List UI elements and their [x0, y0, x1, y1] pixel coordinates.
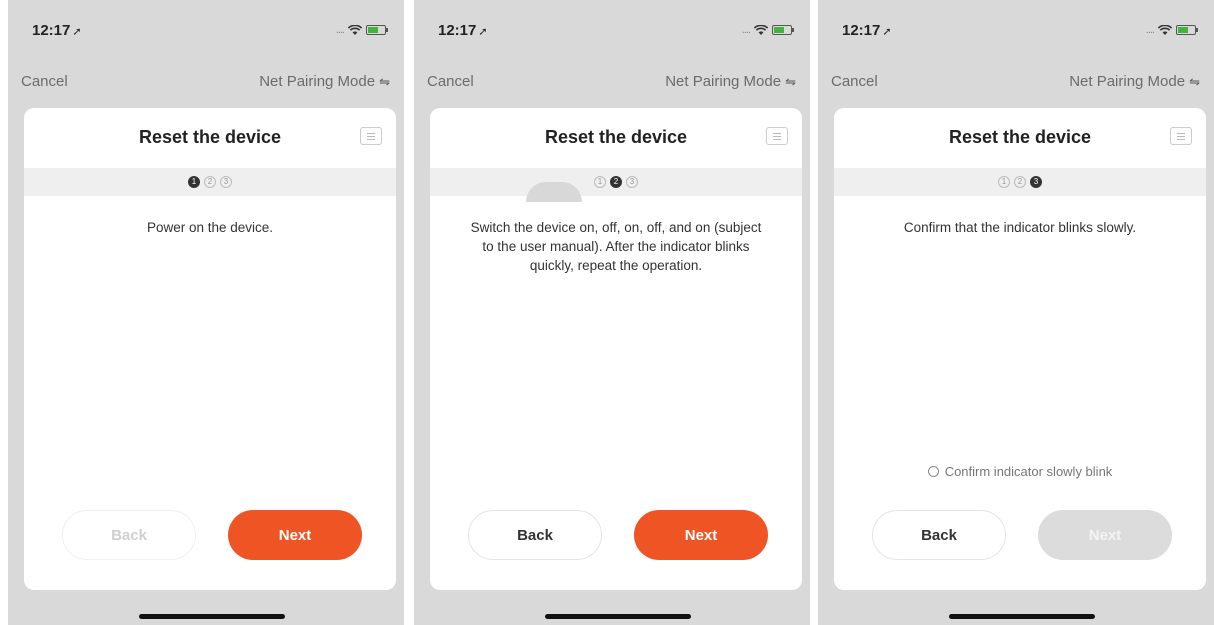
button-row: Back Next	[62, 510, 362, 560]
button-row: Back Next	[468, 510, 768, 560]
step-3-dot: 3	[220, 176, 232, 188]
next-button[interactable]: Next	[1038, 510, 1172, 560]
status-time: 12:17 ➚	[842, 22, 892, 39]
swap-arrows-icon: ⇋	[1189, 73, 1200, 89]
instruction-text: Power on the device.	[146, 220, 274, 235]
confirm-indicator-label: Confirm indicator slowly blink	[944, 464, 1113, 479]
battery-icon	[772, 25, 794, 35]
home-indicator	[545, 614, 691, 619]
phone-screen-step-1: 12:17 ➚ .... Cancel Net Pairing Mode ⇋ Res…	[8, 0, 404, 625]
next-button[interactable]: Next	[634, 510, 768, 560]
signal-icon: ....	[1145, 24, 1155, 36]
location-arrow-icon: ➚	[478, 26, 488, 38]
status-icons: ....	[741, 24, 794, 36]
step-1-dot: 1	[594, 176, 606, 188]
step-1-dot: 1	[998, 176, 1010, 188]
card-title: Reset the device	[948, 127, 1092, 147]
wifi-icon	[754, 24, 768, 36]
net-pairing-mode-label: Net Pairing Mode	[665, 73, 782, 90]
pairing-screens: 12:17 ➚ .... Cancel Net Pairing Mode ⇋ Res…	[0, 0, 1214, 625]
nav-bar: Cancel Net Pairing Mode ⇋	[8, 70, 404, 94]
step-3-dot: 3	[626, 176, 638, 188]
status-bar: 12:17 ➚ ....	[8, 22, 404, 42]
step-3-dot: 3	[1030, 176, 1042, 188]
nav-bar: Cancel Net Pairing Mode ⇋	[414, 70, 810, 94]
location-arrow-icon: ➚	[72, 26, 82, 38]
nav-bar: Cancel Net Pairing Mode ⇋	[818, 70, 1214, 94]
reset-card: Reset the device 1 2 3 Switch the device…	[430, 108, 802, 590]
status-icons: ....	[1145, 24, 1198, 36]
home-indicator	[949, 614, 1095, 619]
status-time: 12:17 ➚	[32, 22, 82, 39]
instruction-text: Confirm that the indicator blinks slowly…	[903, 220, 1137, 235]
signal-icon: ....	[335, 24, 345, 36]
net-pairing-mode-button[interactable]: Net Pairing Mode ⇋	[665, 73, 796, 90]
status-icons: ....	[335, 24, 388, 36]
status-bar: 12:17 ➚ ....	[414, 22, 810, 42]
transition-arc	[526, 182, 582, 202]
step-indicator: 1 2 3	[834, 168, 1206, 196]
reset-card: Reset the device 1 2 3 Power on the devi…	[24, 108, 396, 590]
battery-icon	[366, 25, 388, 35]
status-bar: 12:17 ➚ ....	[818, 22, 1214, 42]
status-time: 12:17 ➚	[438, 22, 488, 39]
back-button[interactable]: Back	[62, 510, 196, 560]
cancel-button[interactable]: Cancel	[427, 73, 474, 90]
next-button[interactable]: Next	[228, 510, 362, 560]
manual-icon[interactable]	[1170, 127, 1192, 145]
net-pairing-mode-label: Net Pairing Mode	[1069, 73, 1186, 90]
back-button[interactable]: Back	[872, 510, 1006, 560]
step-indicator: 1 2 3	[24, 168, 396, 196]
card-header: Reset the device	[430, 108, 802, 168]
phone-screen-step-2: 12:17 ➚ .... Cancel Net Pairing Mode ⇋ Res…	[414, 0, 810, 625]
step-2-dot: 2	[1014, 176, 1026, 188]
step-2-dot: 2	[204, 176, 216, 188]
swap-arrows-icon: ⇋	[785, 73, 796, 89]
step-1-dot: 1	[188, 176, 200, 188]
net-pairing-mode-button[interactable]: Net Pairing Mode ⇋	[259, 73, 390, 90]
manual-icon[interactable]	[766, 127, 788, 145]
confirm-indicator-radio[interactable]: Confirm indicator slowly blink	[834, 464, 1206, 479]
signal-icon: ....	[741, 24, 751, 36]
manual-icon[interactable]	[360, 127, 382, 145]
location-arrow-icon: ➚	[882, 26, 892, 38]
cancel-button[interactable]: Cancel	[831, 73, 878, 90]
step-2-dot: 2	[610, 176, 622, 188]
back-button[interactable]: Back	[468, 510, 602, 560]
wifi-icon	[1158, 24, 1172, 36]
step-indicator: 1 2 3	[430, 168, 802, 202]
wifi-icon	[348, 24, 362, 36]
cancel-button[interactable]: Cancel	[21, 73, 68, 90]
phone-screen-step-3: 12:17 ➚ .... Cancel Net Pairing Mode ⇋ Res…	[818, 0, 1214, 625]
card-header: Reset the device	[834, 108, 1206, 168]
card-header: Reset the device	[24, 108, 396, 168]
button-row: Back Next	[872, 510, 1172, 560]
net-pairing-mode-button[interactable]: Net Pairing Mode ⇋	[1069, 73, 1200, 90]
radio-unchecked-icon	[927, 466, 939, 477]
instruction-text: Switch the device on, off, on, off, and …	[470, 220, 762, 273]
net-pairing-mode-label: Net Pairing Mode	[259, 73, 376, 90]
home-indicator	[139, 614, 285, 619]
card-title: Reset the device	[544, 127, 688, 147]
battery-icon	[1176, 25, 1198, 35]
swap-arrows-icon: ⇋	[379, 73, 390, 89]
card-title: Reset the device	[138, 127, 282, 147]
reset-card: Reset the device 1 2 3 Confirm that the …	[834, 108, 1206, 590]
